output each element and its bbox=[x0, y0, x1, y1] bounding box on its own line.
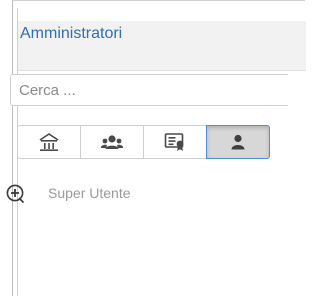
window-frame: Amministratori Cerca ... Super Utente bbox=[0, 0, 306, 296]
add-circle-icon[interactable] bbox=[4, 182, 26, 204]
panel-title: Amministratori bbox=[20, 25, 123, 42]
institution-icon bbox=[38, 132, 60, 152]
top-border bbox=[12, 0, 305, 1]
id-card-icon bbox=[164, 132, 186, 152]
list-item-label: Super Utente bbox=[48, 185, 131, 201]
tab-groups[interactable] bbox=[80, 125, 144, 159]
left-border bbox=[12, 0, 13, 296]
list-item[interactable]: Super Utente bbox=[4, 182, 131, 204]
tab-institutions[interactable] bbox=[17, 125, 81, 159]
tab-users[interactable] bbox=[206, 125, 270, 159]
tab-certificates[interactable] bbox=[143, 125, 207, 159]
filter-tab-group bbox=[17, 125, 270, 159]
user-icon bbox=[229, 133, 247, 151]
group-icon bbox=[100, 133, 124, 151]
search-input[interactable] bbox=[10, 74, 288, 106]
